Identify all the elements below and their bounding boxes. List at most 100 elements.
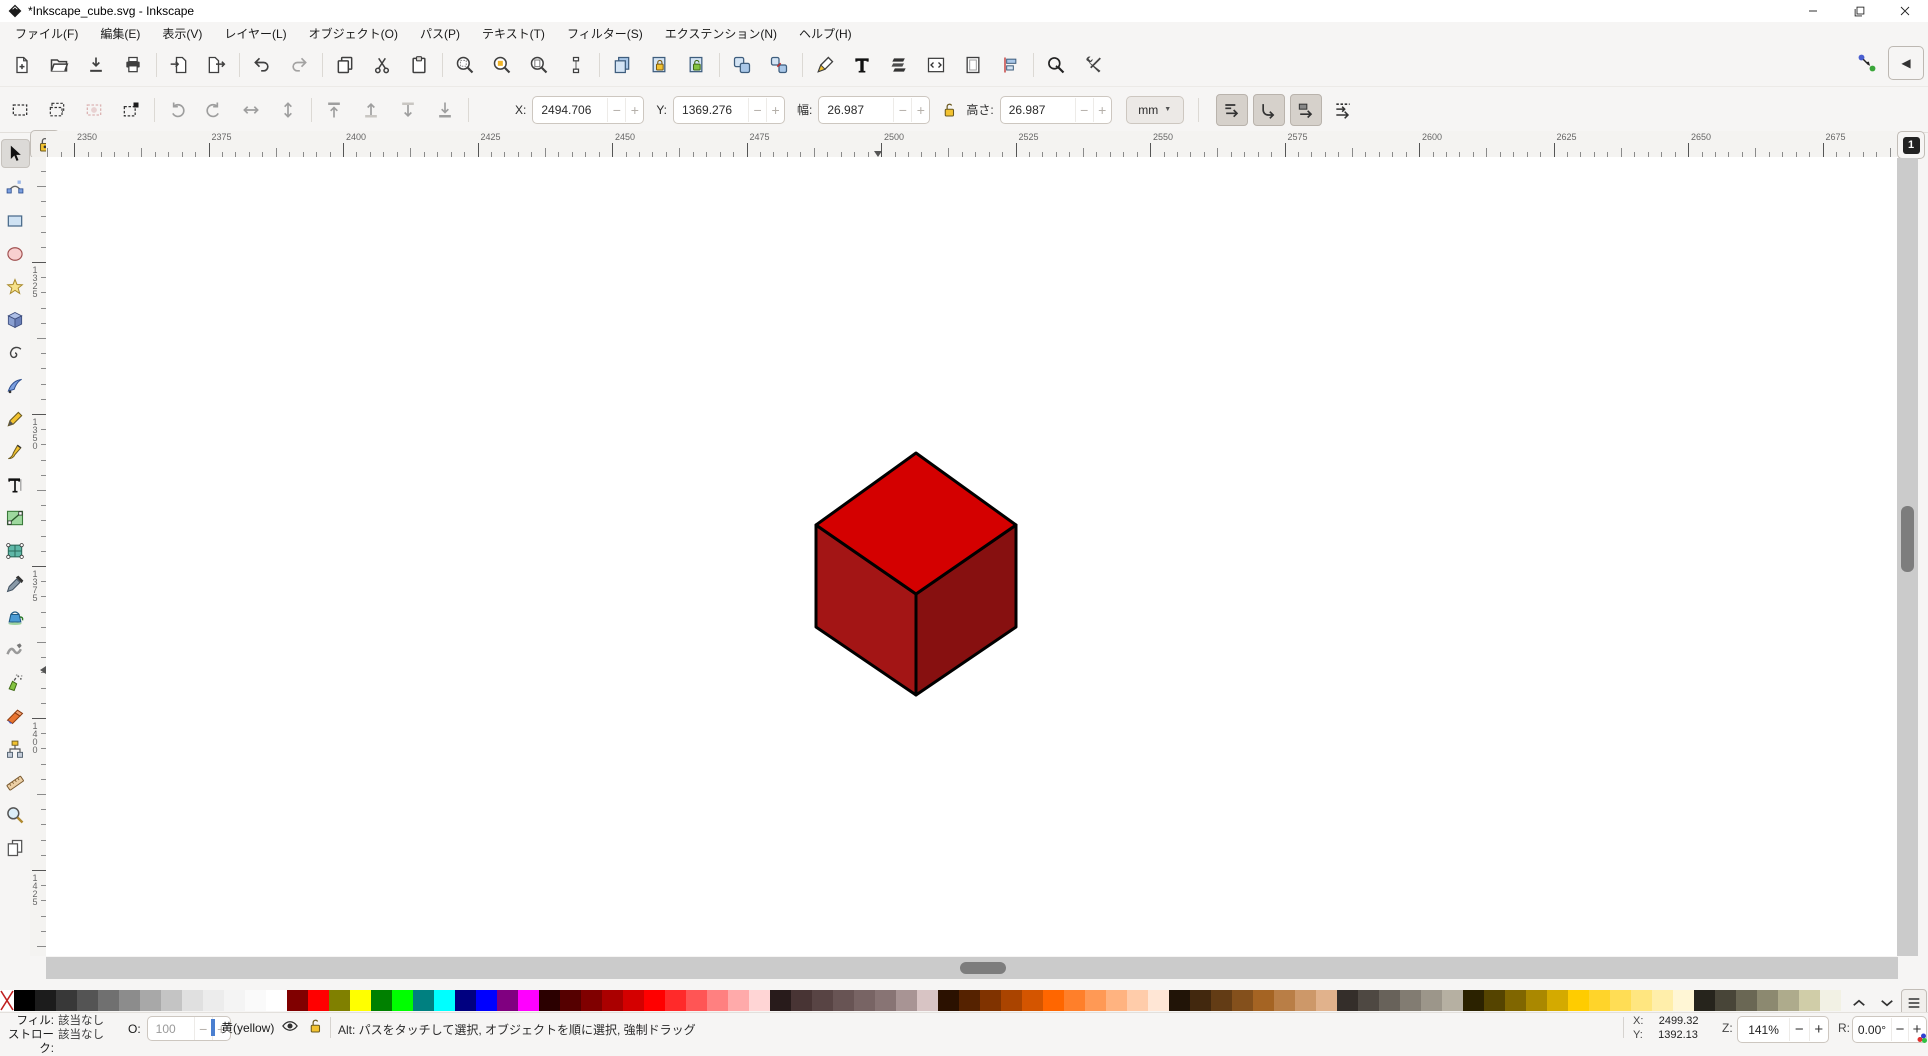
rotate-ccw-button[interactable] [161, 94, 192, 125]
deselect-button[interactable] [78, 94, 109, 125]
pen-tool-button[interactable] [2, 372, 29, 399]
palette-swatch-36[interactable] [770, 990, 791, 1011]
align-button[interactable] [994, 50, 1025, 81]
palette-swatch-42[interactable] [896, 990, 917, 1011]
flip-v-button[interactable] [272, 94, 303, 125]
zoom-tool-button[interactable] [2, 801, 29, 828]
height-plus-button[interactable]: + [1092, 97, 1111, 122]
palette-swatch-12[interactable] [266, 990, 287, 1011]
palette-swatch-32[interactable] [686, 990, 707, 1011]
palette-swatch-0[interactable] [14, 990, 35, 1011]
palette-swatch-16[interactable] [350, 990, 371, 1011]
menu-item-6[interactable]: テキスト(T) [471, 22, 556, 45]
move-gradients-toggle[interactable] [1289, 93, 1322, 126]
width-field[interactable]: 26.987 − + [818, 95, 931, 124]
palette-swatch-54[interactable] [1148, 990, 1169, 1011]
node-tool-button[interactable] [2, 174, 29, 201]
palette-swatch-22[interactable] [476, 990, 497, 1011]
palette-swatch-35[interactable] [749, 990, 770, 1011]
palette-scroll-up-button[interactable] [1845, 992, 1873, 1014]
unit-dropdown[interactable]: mm ▼ [1125, 95, 1184, 124]
palette-swatch-71[interactable] [1505, 990, 1526, 1011]
eraser-tool-button[interactable] [2, 702, 29, 729]
pencil-tool-button[interactable] [2, 405, 29, 432]
lower-bottom-button[interactable] [429, 94, 460, 125]
select-all-button[interactable] [4, 94, 35, 125]
zoom-page-button[interactable] [523, 50, 554, 81]
palette-swatch-78[interactable] [1652, 990, 1673, 1011]
palette-swatch-30[interactable] [644, 990, 665, 1011]
palette-swatch-68[interactable] [1442, 990, 1463, 1011]
paste-button[interactable] [403, 50, 434, 81]
duplicate-button[interactable] [606, 50, 637, 81]
layer-lock-button[interactable] [306, 1017, 326, 1037]
palette-swatch-75[interactable] [1589, 990, 1610, 1011]
cube-object[interactable] [800, 440, 1032, 706]
dropper-tool-button[interactable] [2, 570, 29, 597]
palette-swatch-76[interactable] [1610, 990, 1631, 1011]
flip-h-button[interactable] [235, 94, 266, 125]
zoom-control[interactable]: 141% − + [1737, 1016, 1829, 1043]
palette-swatch-33[interactable] [707, 990, 728, 1011]
rect-tool-button[interactable] [2, 207, 29, 234]
new-document-button[interactable] [6, 50, 37, 81]
palette-swatch-41[interactable] [875, 990, 896, 1011]
palette-swatch-21[interactable] [455, 990, 476, 1011]
zoom-selection-button[interactable] [449, 50, 480, 81]
menu-item-4[interactable]: オブジェクト(O) [298, 22, 409, 45]
horizontal-ruler[interactable]: 2350 2375 2400 2425 2450 2475 2500 2525 2550 2575… [46, 131, 1898, 158]
palette-swatch-1[interactable] [35, 990, 56, 1011]
palette-swatch-14[interactable] [308, 990, 329, 1011]
palette-swatch-48[interactable] [1022, 990, 1043, 1011]
palette-swatch-56[interactable] [1190, 990, 1211, 1011]
palette-swatch-18[interactable] [392, 990, 413, 1011]
box3d-tool-button[interactable] [2, 306, 29, 333]
opacity-minus-button[interactable]: − [193, 1017, 212, 1040]
menu-item-7[interactable]: フィルター(S) [556, 22, 654, 45]
menu-item-9[interactable]: ヘルプ(H) [788, 22, 863, 45]
palette-swatch-43[interactable] [917, 990, 938, 1011]
mesh-tool-button[interactable] [2, 537, 29, 564]
palette-swatch-69[interactable] [1463, 990, 1484, 1011]
doc-properties-button[interactable] [957, 50, 988, 81]
tweak-tool-button[interactable] [2, 636, 29, 663]
menu-item-2[interactable]: 表示(V) [151, 22, 213, 45]
palette-swatch-79[interactable] [1673, 990, 1694, 1011]
palette-swatch-28[interactable] [602, 990, 623, 1011]
menu-item-5[interactable]: パス(P) [409, 22, 471, 45]
palette-swatch-72[interactable] [1526, 990, 1547, 1011]
palette-swatch-81[interactable] [1715, 990, 1736, 1011]
palette-swatch-3[interactable] [77, 990, 98, 1011]
palette-swatch-66[interactable] [1400, 990, 1421, 1011]
copy-button[interactable] [329, 50, 360, 81]
palette-swatch-77[interactable] [1631, 990, 1652, 1011]
height-field-value[interactable]: 26.987 [1001, 103, 1075, 117]
move-patterns-toggle[interactable] [1327, 94, 1359, 126]
snapbar-collapse-button[interactable]: ◀ [1888, 46, 1924, 80]
select-tool-button[interactable] [0, 139, 30, 168]
height-field[interactable]: 26.987 − + [999, 95, 1112, 124]
select-same-button[interactable] [115, 94, 146, 125]
xml-editor-button[interactable] [920, 50, 951, 81]
y-field-value[interactable]: 1369.276 [674, 103, 748, 117]
close-button[interactable] [1882, 0, 1928, 22]
measure-tool-button[interactable] [2, 768, 29, 795]
width-plus-button[interactable]: + [911, 97, 929, 122]
palette-swatch-50[interactable] [1064, 990, 1085, 1011]
find-button[interactable] [1040, 50, 1071, 81]
zoom-in-button[interactable]: + [1808, 1018, 1828, 1041]
export-button[interactable] [200, 50, 231, 81]
y-minus-button[interactable]: − [748, 97, 766, 122]
x-plus-button[interactable]: + [625, 97, 643, 122]
palette-swatch-84[interactable] [1778, 990, 1799, 1011]
palette-swatch-85[interactable] [1799, 990, 1820, 1011]
x-field-value[interactable]: 2494.706 [533, 103, 607, 117]
maximize-button[interactable] [1836, 0, 1882, 22]
y-plus-button[interactable]: + [766, 97, 784, 122]
import-button[interactable] [163, 50, 194, 81]
palette-swatch-20[interactable] [434, 990, 455, 1011]
palette-swatch-38[interactable] [812, 990, 833, 1011]
palette-swatch-64[interactable] [1358, 990, 1379, 1011]
palette-swatch-4[interactable] [98, 990, 119, 1011]
palette-swatch-53[interactable] [1127, 990, 1148, 1011]
